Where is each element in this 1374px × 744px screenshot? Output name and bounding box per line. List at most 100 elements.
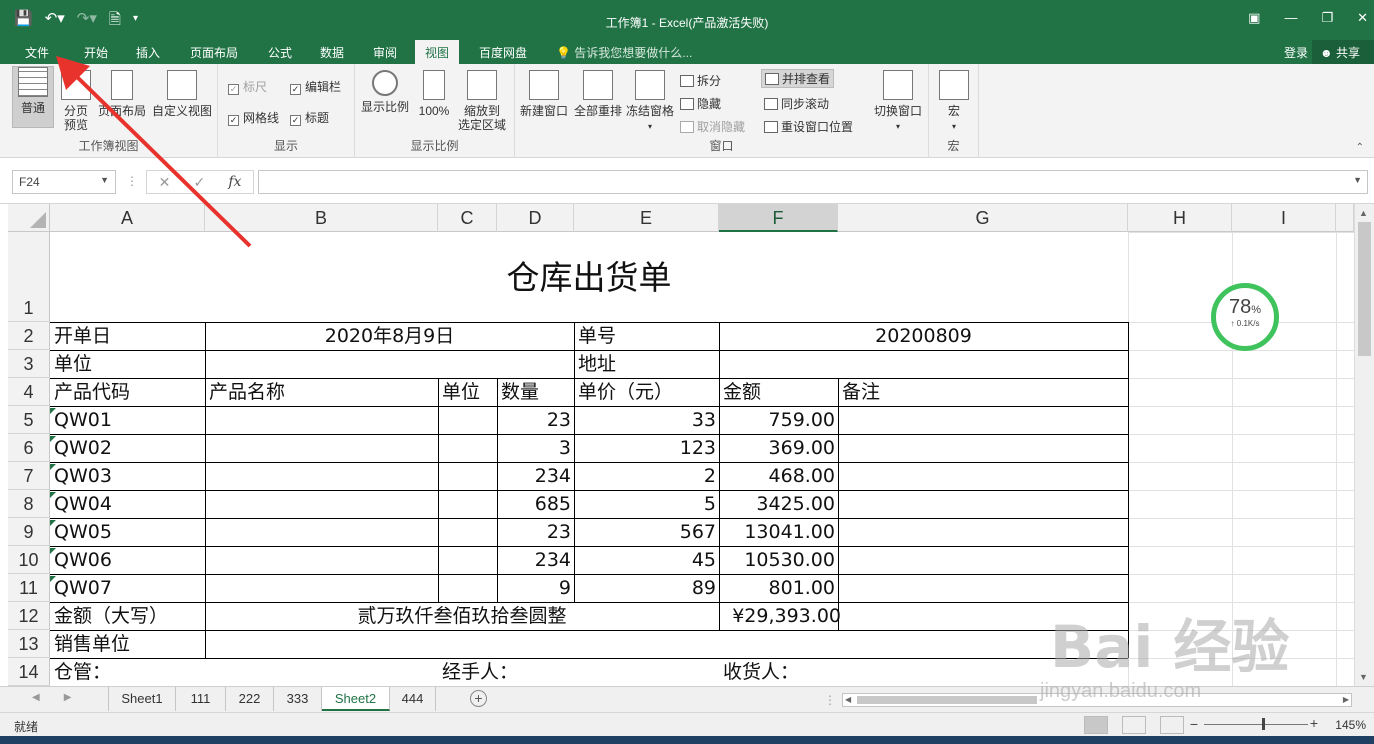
row-header[interactable]: 1 [8, 232, 50, 322]
cell-item-amount[interactable]: 801.00 [719, 576, 838, 600]
row-header[interactable]: 13 [8, 630, 50, 658]
zoom-button[interactable]: 显示比例 [359, 70, 411, 114]
add-sheet-button[interactable]: + [470, 690, 487, 707]
collapse-ribbon-icon[interactable]: ⌃ [1356, 142, 1364, 153]
zoom-out-button[interactable]: − [1190, 716, 1198, 732]
formula-input[interactable]: ▼ [258, 170, 1368, 194]
row-header[interactable]: 6 [8, 434, 50, 462]
row-header[interactable]: 12 [8, 602, 50, 630]
column-header[interactable] [1336, 204, 1354, 232]
cell-order-value[interactable]: 20200809 [719, 324, 1128, 348]
column-header[interactable]: B [205, 204, 438, 232]
cell-item-qty[interactable]: 234 [497, 548, 574, 572]
cell-header[interactable]: 产品代码 [50, 380, 130, 404]
normal-view-button[interactable]: 普通 [12, 66, 54, 128]
horizontal-scroll-thumb[interactable] [857, 696, 1037, 704]
normal-view-status-button[interactable] [1084, 716, 1108, 734]
tab-home[interactable]: 开始 [84, 44, 108, 61]
row-header[interactable]: 5 [8, 406, 50, 434]
sheet-tab[interactable]: 333 [274, 687, 322, 711]
cell-item-code[interactable]: QW06 [50, 548, 205, 572]
switch-windows-button[interactable]: 切换窗口 ▾ [871, 70, 925, 134]
tab-view[interactable]: 视图 [415, 40, 460, 64]
cell-total-cn-label[interactable]: 金额（大写） [50, 604, 168, 628]
sheet-tab[interactable]: 444 [390, 687, 436, 711]
enter-icon[interactable]: ✓ [193, 174, 205, 191]
cell-item-price[interactable]: 33 [574, 408, 719, 432]
cell-header[interactable]: 单价（元） [574, 380, 673, 404]
cell-item-code[interactable]: QW01 [50, 408, 205, 432]
new-window-button[interactable]: 新建窗口 [517, 70, 571, 118]
cell-item-code[interactable]: QW07 [50, 576, 205, 600]
cell-item-price[interactable]: 45 [574, 548, 719, 572]
cell-item-amount[interactable]: 3425.00 [719, 492, 838, 516]
sync-scroll-button[interactable]: 同步滚动 [764, 95, 829, 112]
tab-file[interactable]: 文件 [25, 44, 49, 61]
vertical-scrollbar[interactable]: ▲ ▼ [1354, 204, 1374, 686]
scroll-left-icon[interactable]: ◀ [32, 692, 40, 703]
reset-window-position-button[interactable]: 重设窗口位置 [764, 118, 853, 135]
cell-total-value[interactable]: ¥29,393.00 [719, 604, 844, 628]
cell-header[interactable]: 产品名称 [205, 380, 285, 404]
page-layout-status-button[interactable] [1122, 716, 1146, 734]
tab-review[interactable]: 审阅 [373, 44, 397, 61]
sheet-tab[interactable]: Sheet1 [108, 687, 176, 711]
cell-handler-label[interactable]: 经手人： [438, 660, 518, 684]
macros-button[interactable]: 宏 ▾ [937, 70, 971, 134]
zoom-in-button[interactable]: + [1310, 715, 1318, 731]
formula-bar-checkbox[interactable]: ✓ 编辑栏 [290, 78, 341, 95]
column-header[interactable]: H [1128, 204, 1232, 232]
insert-function-icon[interactable]: fx [228, 174, 241, 190]
row-header[interactable]: 4 [8, 378, 50, 406]
cell-item-code[interactable]: QW03 [50, 464, 205, 488]
cell-item-amount[interactable]: 13041.00 [719, 520, 838, 544]
scroll-down-icon[interactable]: ▼ [1359, 672, 1368, 682]
row-header[interactable]: 11 [8, 574, 50, 602]
zoom-level[interactable]: 145% [1335, 718, 1366, 732]
sheet-tab-active[interactable]: Sheet2 [322, 687, 390, 711]
zoom-slider[interactable] [1204, 718, 1308, 730]
split-button[interactable]: 拆分 [680, 72, 721, 89]
cell-item-amount[interactable]: 468.00 [719, 464, 838, 488]
scroll-right-icon[interactable]: ▶ [64, 692, 72, 703]
cell-item-qty[interactable]: 23 [497, 408, 574, 432]
arrange-all-button[interactable]: 全部重排 [571, 70, 625, 118]
network-speed-widget[interactable]: 78% ↑ 0.1K/s [1211, 283, 1279, 351]
row-header[interactable]: 14 [8, 658, 50, 686]
row-header[interactable]: 9 [8, 518, 50, 546]
restore-icon[interactable]: ❐ [1321, 10, 1333, 26]
column-header[interactable]: A [50, 204, 205, 232]
column-header[interactable]: F [719, 204, 838, 232]
cell-item-qty[interactable]: 23 [497, 520, 574, 544]
login-button[interactable]: 登录 [1284, 44, 1308, 61]
close-icon[interactable]: ✕ [1357, 10, 1368, 26]
custom-views-button[interactable]: 自定义视图 [150, 70, 214, 118]
column-header[interactable]: D [497, 204, 574, 232]
cell-item-price[interactable]: 5 [574, 492, 719, 516]
scroll-up-icon[interactable]: ▲ [1359, 208, 1368, 218]
minimize-icon[interactable]: — [1284, 10, 1297, 26]
cell-header[interactable]: 备注 [838, 380, 880, 404]
tab-baidu-netdisk[interactable]: 百度网盘 [479, 44, 527, 61]
cell-item-code[interactable]: QW05 [50, 520, 205, 544]
freeze-panes-button[interactable]: 冻结窗格 ▾ [625, 70, 675, 134]
cell-item-price[interactable]: 123 [574, 436, 719, 460]
cell-item-qty[interactable]: 234 [497, 464, 574, 488]
column-header[interactable]: G [838, 204, 1128, 232]
column-header[interactable]: E [574, 204, 719, 232]
cell-item-code[interactable]: QW02 [50, 436, 205, 460]
select-all-button[interactable] [8, 204, 50, 232]
tab-page-layout[interactable]: 页面布局 [190, 44, 238, 61]
zoom-100-button[interactable]: 100% [415, 70, 453, 118]
cell-item-amount[interactable]: 759.00 [719, 408, 838, 432]
sheet-tab[interactable]: 111 [176, 687, 226, 711]
row-header[interactable]: 2 [8, 322, 50, 350]
cell-receiver-label[interactable]: 收货人： [719, 660, 799, 684]
cell-unit-label[interactable]: 单位 [50, 352, 92, 376]
cell-item-price[interactable]: 567 [574, 520, 719, 544]
cell-address-label[interactable]: 地址 [574, 352, 616, 376]
cell-date-label[interactable]: 开单日 [50, 324, 111, 348]
page-break-preview-button[interactable]: 分页 预览 [58, 70, 94, 132]
page-layout-button[interactable]: 页面布局 [96, 70, 148, 118]
cell-item-amount[interactable]: 10530.00 [719, 548, 838, 572]
